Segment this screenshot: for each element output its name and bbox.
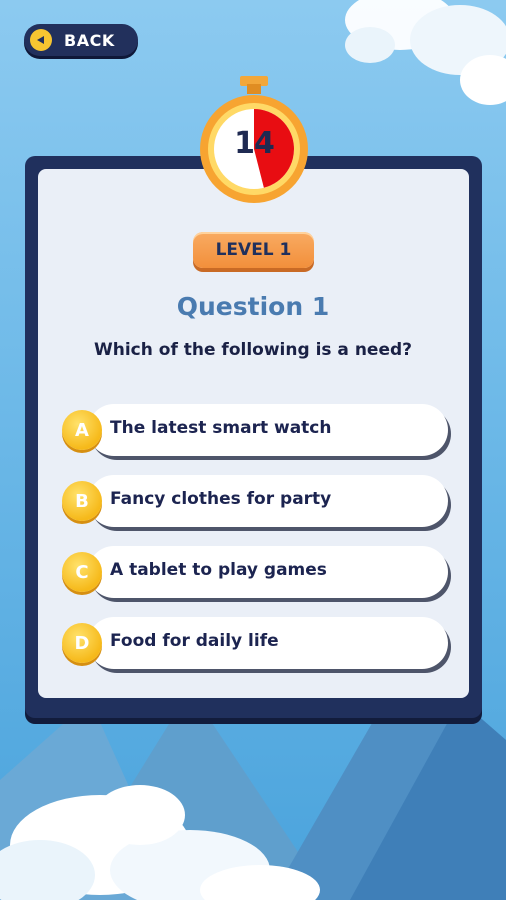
option-d-letter: D	[74, 632, 90, 654]
option-c-text: A tablet to play games	[110, 560, 327, 580]
countdown-timer: 14	[197, 76, 311, 206]
left-triangle-icon	[30, 29, 52, 51]
cloud-top-right	[345, 0, 506, 105]
question-title: Question 1	[176, 292, 330, 321]
option-c-button[interactable]: A tablet to play games	[88, 546, 448, 598]
timer-seconds: 14	[234, 126, 275, 161]
option-d-text: Food for daily life	[110, 631, 279, 651]
option-b-text: Fancy clothes for party	[110, 489, 332, 509]
option-d-badge[interactable]: D	[62, 623, 102, 663]
option-b-button[interactable]: Fancy clothes for party	[88, 475, 448, 527]
option-c-badge[interactable]: C	[62, 552, 102, 592]
option-b-letter: B	[75, 490, 89, 512]
option-a-letter: A	[75, 419, 89, 441]
back-label: BACK	[64, 30, 115, 50]
level-badge: LEVEL 1	[193, 232, 314, 268]
option-a-text: The latest smart watch	[110, 418, 332, 438]
back-button[interactable]: BACK	[24, 24, 138, 56]
option-b-badge[interactable]: B	[62, 481, 102, 521]
option-a-badge[interactable]: A	[62, 410, 102, 450]
option-c-letter: C	[75, 561, 89, 583]
option-d-button[interactable]: Food for daily life	[88, 617, 448, 669]
question-text: Which of the following is a need?	[93, 340, 413, 360]
option-a-button[interactable]: The latest smart watch	[88, 404, 448, 456]
cloud-bottom-left	[0, 785, 320, 900]
level-label: LEVEL 1	[215, 240, 292, 260]
